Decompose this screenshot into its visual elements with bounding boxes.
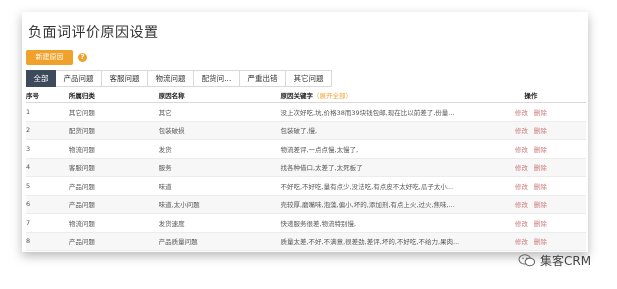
edit-link[interactable]: 修改 [515,144,528,154]
cell-ops: 修改 删除 [462,162,586,172]
tab-logistics[interactable]: 物流问题 [148,70,194,87]
cell-ops: 修改 删除 [462,107,586,117]
cell-category: 产品问题 [68,182,95,191]
tab-serious[interactable]: 严重出错 [240,70,286,87]
cell-keywords: 壳较厚,磨嘴味,泡藻,偏小,坏的,添加剂,有点上火,过火,焦味,... [280,201,455,210]
table-row: 7 物流问题 发货速度 快递服务很差,物流特别慢, 修改 删除 [26,214,586,233]
cell-index: 3 [26,144,31,153]
table-row: 4 客服问题 服务 找各种借口,太差了,太死板了 修改 删除 [26,158,586,177]
edit-link[interactable]: 修改 [515,107,528,117]
cell-name: 发货速度 [158,219,185,228]
header-name: 原因名称 [158,92,185,100]
delete-link[interactable]: 删除 [534,125,547,135]
expand-all-link[interactable]: （展开全部） [313,92,352,100]
category-tabs: 全部 产品问题 客服问题 物流问题 配货问... 严重出错 其它问题 [26,70,332,87]
cell-keywords: 包装破了,慢, [280,127,318,136]
table-row: 1 其它问题 其它 没上次好吃,坑,价格38而39块钱包邮,现在比以前差了,份量… [26,103,586,122]
delete-link[interactable]: 删除 [534,181,547,191]
delete-link[interactable]: 删除 [534,107,547,117]
cell-category: 产品问题 [68,238,95,247]
cell-category: 物流问题 [68,219,95,228]
settings-panel: 负面词评价原因设置 新建原因 ? 全部 产品问题 客服问题 物流问题 配货问..… [22,12,588,252]
cell-index: 5 [26,181,31,190]
watermark-text: 集客CRM [540,254,592,268]
table-row: 2 配货问题 包装破损 包装破了,慢, 修改 删除 [26,121,586,140]
header-keywords: 原因关键字（展开全部） [280,90,461,100]
header-ops: 操作 [524,92,538,100]
watermark: 集客CRM [518,252,591,269]
delete-link[interactable]: 删除 [534,199,547,209]
cell-index: 4 [26,163,31,172]
cell-name: 味道,太小问题 [158,201,200,210]
cell-ops: 修改 删除 [462,199,586,209]
edit-link[interactable]: 修改 [515,199,528,209]
new-reason-button[interactable]: 新建原因 [26,50,73,65]
header-index: 序号 [26,92,39,100]
edit-link[interactable]: 修改 [515,125,528,135]
cell-ops: 修改 删除 [462,125,586,135]
cell-category: 产品问题 [68,201,95,210]
edit-link[interactable]: 修改 [515,218,528,228]
cell-category: 配货问题 [68,127,95,136]
cell-ops: 修改 删除 [462,218,586,228]
edit-link[interactable]: 修改 [515,181,528,191]
table-header: 序号 所属归类 原因名称 原因关键字（展开全部） 操作 [26,88,586,103]
cell-keywords: 找各种借口,太差了,太死板了 [280,164,363,173]
cell-category: 其它问题 [68,108,95,117]
cell-name: 发货 [158,145,172,154]
delete-link[interactable]: 删除 [534,162,547,172]
table-row: 3 物流问题 发货 物流差评,一点点慢,太慢了, 修改 删除 [26,140,586,159]
cell-category: 客服问题 [68,164,95,173]
header-keywords-label: 原因关键字 [280,92,313,100]
delete-link[interactable]: 删除 [534,144,547,154]
table-row: 5 产品问题 味道 不好吃,不好吃,量有点少,没法吃,有点皮不太好吃,瓜子太小.… [26,177,586,196]
header-category: 所属归类 [68,92,95,100]
cell-index: 7 [26,218,31,227]
cell-keywords: 物流差评,一点点慢,太慢了, [280,145,359,154]
cell-index: 1 [26,107,31,116]
cell-keywords: 质量太差,不好,不满意,很差劲,差评,坏的,不好吃,不给力,果肉... [280,238,460,247]
tab-service[interactable]: 客服问题 [102,70,148,87]
tab-distribution[interactable]: 配货问... [194,70,240,87]
delete-link[interactable]: 删除 [534,236,547,246]
cell-index: 6 [26,200,31,209]
edit-link[interactable]: 修改 [515,162,528,172]
delete-link[interactable]: 删除 [534,218,547,228]
cell-name: 包装破损 [158,127,185,136]
table-row: 6 产品问题 味道,太小问题 壳较厚,磨嘴味,泡藻,偏小,坏的,添加剂,有点上火… [26,195,586,214]
cell-ops: 修改 删除 [462,236,586,246]
table-row: 8 产品问题 产品质量问题 质量太差,不好,不满意,很差劲,差评,坏的,不好吃,… [26,232,586,251]
cell-ops: 修改 删除 [462,181,586,191]
cell-keywords: 不好吃,不好吃,量有点少,没法吃,有点皮不太好吃,瓜子太小... [280,182,454,191]
cell-name: 服务 [158,164,172,173]
page-title: 负面词评价原因设置 [28,25,159,41]
edit-link[interactable]: 修改 [515,236,528,246]
cell-name: 其它 [158,108,172,117]
help-icon[interactable]: ? [78,53,87,62]
cell-keywords: 没上次好吃,坑,价格38而39块钱包邮,现在比以前差了,份量... [280,108,455,117]
tab-other[interactable]: 其它问题 [286,70,332,87]
tab-all[interactable]: 全部 [26,70,56,87]
cell-index: 8 [26,237,31,246]
tab-product[interactable]: 产品问题 [56,70,102,87]
cell-keywords: 快递服务很差,物流特别慢, [280,219,357,228]
reasons-table: 序号 所属归类 原因名称 原因关键字（展开全部） 操作 1 其它问题 其它 没上… [26,88,586,251]
cell-name: 味道 [158,182,172,191]
cell-name: 产品质量问题 [158,238,198,247]
cell-index: 2 [26,126,31,135]
cell-ops: 修改 删除 [462,144,586,154]
wechat-icon [518,254,536,267]
cell-category: 物流问题 [68,145,95,154]
